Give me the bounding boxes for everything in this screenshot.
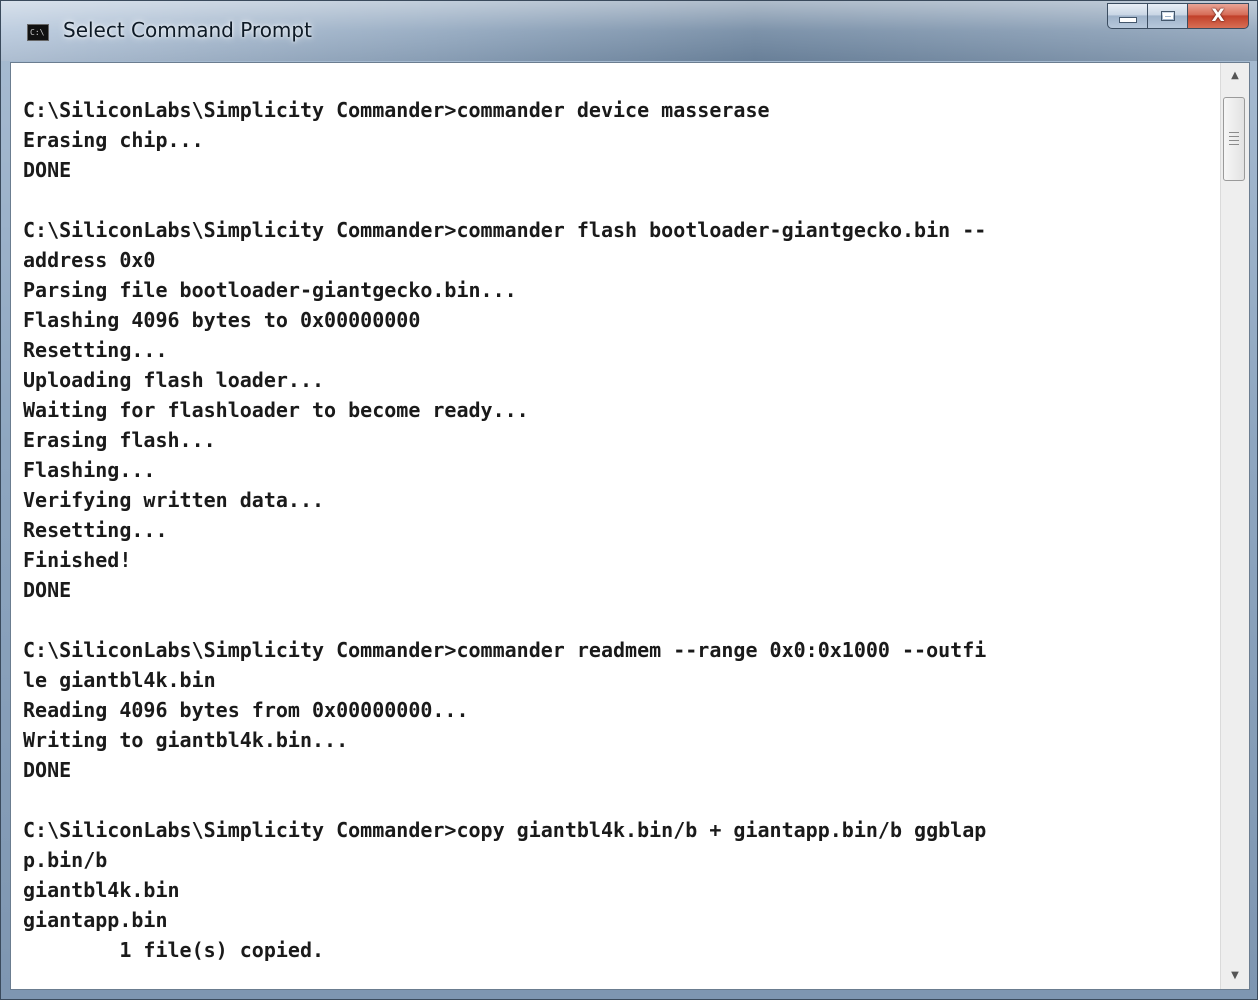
console-line: C:\SiliconLabs\Simplicity Commander>comm… [23, 638, 987, 662]
console-line: DONE [23, 158, 72, 182]
console-line: Parsing file bootloader-giantgecko.bin..… [23, 278, 517, 302]
console-line: Verifying written data... [23, 488, 325, 512]
console-line: DONE [23, 578, 72, 602]
console-line: giantbl4k.bin [23, 878, 180, 902]
thumb-grip-line [1229, 140, 1239, 141]
console-line: C:\SiliconLabs\Simplicity Commander>copy… [23, 818, 987, 842]
console-line: Writing to giantbl4k.bin... [23, 728, 349, 752]
console-line: Erasing flash... [23, 428, 216, 452]
thumb-grip-line [1229, 132, 1239, 133]
title-bar[interactable]: C:\ Select Command Prompt X [1, 1, 1257, 61]
command-prompt-window: C:\ Select Command Prompt X C:\SiliconLa… [0, 0, 1258, 1000]
console-area[interactable]: C:\SiliconLabs\Simplicity Commander>comm… [10, 62, 1250, 990]
close-icon: X [1211, 5, 1225, 26]
console-line: C:\SiliconLabs\Simplicity Commander>comm… [23, 218, 987, 242]
minimize-icon [1118, 17, 1137, 23]
console-line: Erasing chip... [23, 128, 204, 152]
thumb-grip-line [1229, 136, 1239, 137]
console-line: giantapp.bin [23, 908, 168, 932]
console-output[interactable]: C:\SiliconLabs\Simplicity Commander>comm… [23, 95, 1221, 965]
console-line: Resetting... [23, 518, 168, 542]
console-line: p.bin/b [23, 848, 108, 872]
close-button[interactable]: X [1187, 3, 1249, 29]
console-line: C:\SiliconLabs\Simplicity Commander>comm… [23, 98, 770, 122]
thumb-grip-line [1229, 144, 1239, 145]
console-line: Uploading flash loader... [23, 368, 325, 392]
scroll-up-arrow-icon[interactable]: ▲ [1221, 63, 1249, 89]
console-line: Flashing... [23, 458, 156, 482]
console-line: Resetting... [23, 338, 168, 362]
window-title: Select Command Prompt [63, 18, 312, 42]
maximize-button[interactable] [1147, 3, 1187, 29]
maximize-icon [1160, 11, 1175, 21]
console-line: Reading 4096 bytes from 0x00000000... [23, 698, 469, 722]
cmd-icon[interactable]: C:\ [27, 24, 49, 41]
scrollbar-thumb[interactable] [1223, 97, 1245, 181]
minimize-button[interactable] [1107, 3, 1147, 29]
console-line: DONE [23, 758, 72, 782]
console-line: Finished! [23, 548, 132, 572]
vertical-scrollbar[interactable]: ▲ ▼ [1220, 63, 1249, 989]
console-line: Flashing 4096 bytes to 0x00000000 [23, 308, 421, 332]
caption-buttons: X [1107, 3, 1249, 29]
console-line: Waiting for flashloader to become ready.… [23, 398, 529, 422]
console-line: address 0x0 [23, 248, 156, 272]
scroll-down-arrow-icon[interactable]: ▼ [1221, 963, 1249, 989]
console-line: le giantbl4k.bin [23, 668, 216, 692]
console-line: 1 file(s) copied. [23, 938, 325, 962]
